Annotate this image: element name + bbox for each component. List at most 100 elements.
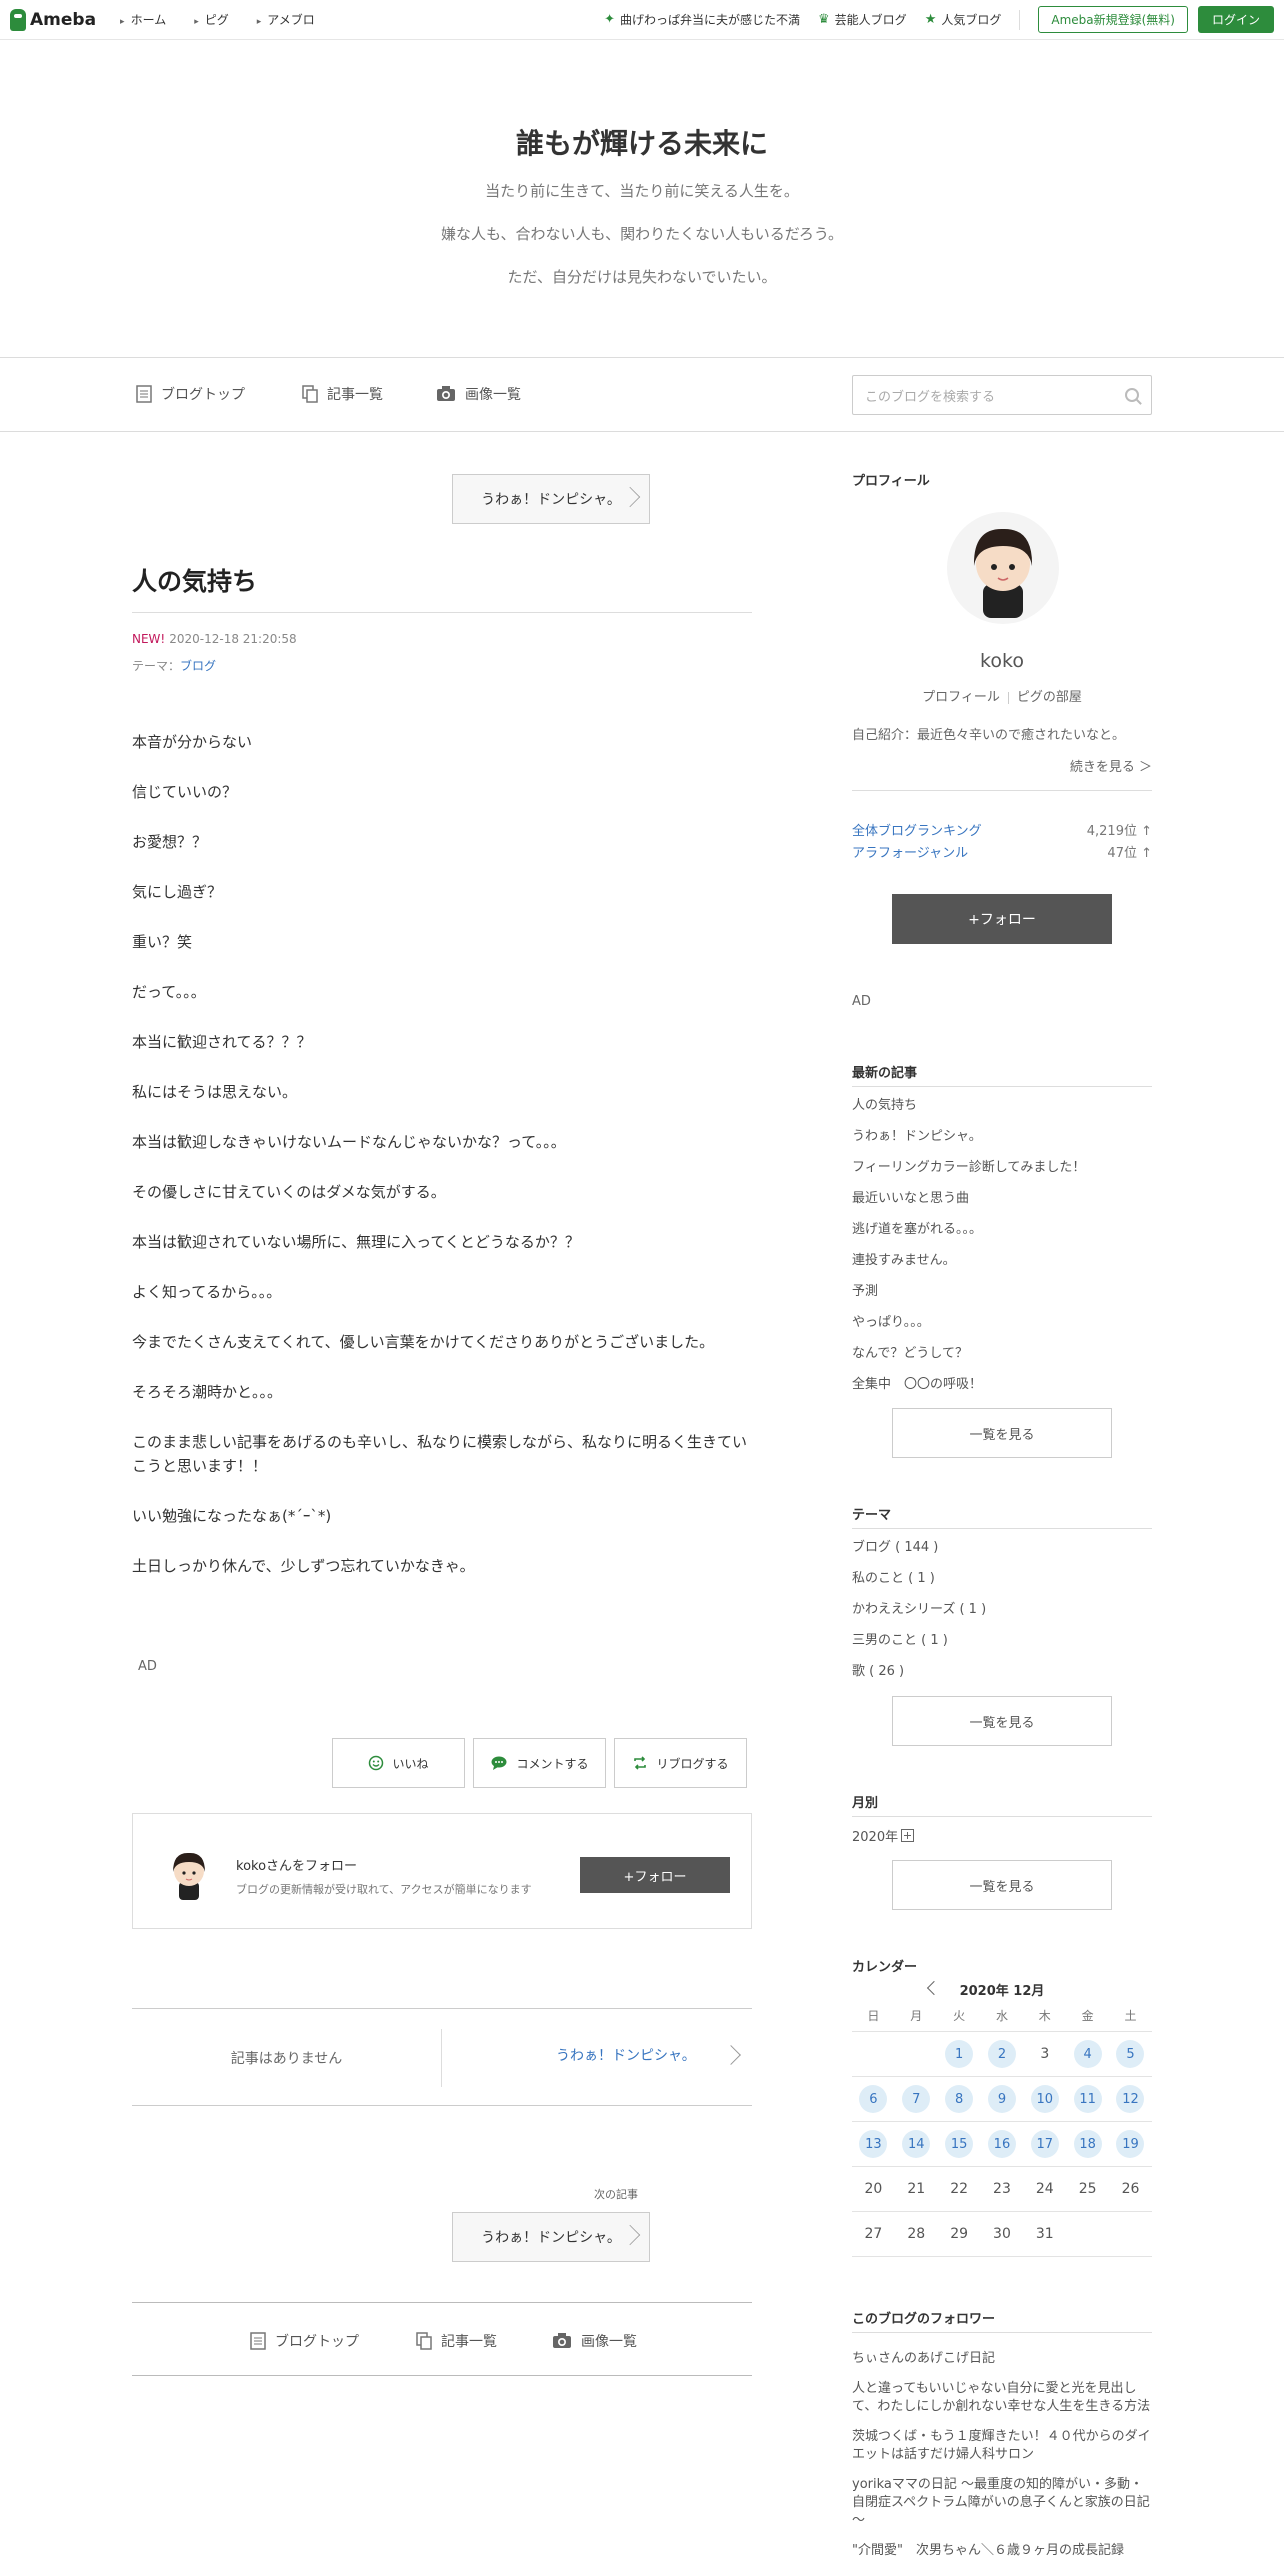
next-article-link[interactable]: うわぁ！ドンピシャ。 <box>556 2045 696 2065</box>
calendar: 日 月 火 水 木 金 土 1 2 3 4 5 6 7 8 9 10 11 12… <box>852 2000 1152 2257</box>
calendar-day-link[interactable]: 15 <box>945 2130 974 2158</box>
global-nav-pigg[interactable]: ピグ <box>194 11 229 28</box>
calendar-day-link[interactable]: 6 <box>859 2085 888 2113</box>
ranking-overall-link[interactable]: 全体ブログランキング <box>852 820 982 839</box>
theme-label: テーマ： <box>132 659 181 673</box>
follower-item[interactable]: "介間愛" 次男ちゃん＼６歳９ヶ月の成長記録 <box>852 2534 1152 2564</box>
register-button[interactable]: Ameba新規登録(無料) <box>1038 6 1188 33</box>
article-title[interactable]: 人の気持ち <box>132 562 257 598</box>
calendar-day: 3 <box>1040 2046 1050 2062</box>
trending-link[interactable]: ✦ 曲げわっぱ弁当に夫が感じた不満 <box>604 11 800 28</box>
blog-title[interactable]: 誰もが輝ける未来に <box>0 122 1284 162</box>
next-article-button[interactable]: うわぁ！ドンピシャ。 <box>452 2212 650 2262</box>
image-list-link[interactable]: 画像一覧 <box>552 2331 637 2351</box>
calendar-day-link[interactable]: 12 <box>1116 2085 1145 2113</box>
month-archive-item[interactable]: 2020年 <box>852 1826 915 1845</box>
latest-article-item[interactable]: うわぁ！ドンピシャ。 <box>852 1127 1152 1158</box>
ameba-logo[interactable]: Ameba <box>10 8 96 31</box>
calendar-day-link[interactable]: 4 <box>1073 2040 1102 2068</box>
reblog-button[interactable]: リブログする <box>614 1738 747 1788</box>
latest-article-item[interactable]: フィーリングカラー診断してみました！ <box>852 1158 1152 1189</box>
follower-item[interactable]: 人と違ってもいいじゃない自分に愛と光を見出して、わたしにしか創れない幸せな人生を… <box>852 2372 1152 2420</box>
ranking-genre-link[interactable]: アラフォージャンル <box>852 842 968 861</box>
image-list-link[interactable]: 画像一覧 <box>436 384 521 404</box>
article-body: 本音が分からない 信じていいの？ お愛想？？ 気にし過ぎ？ 重い？笑 だって。。… <box>132 730 752 1604</box>
profile-name[interactable]: koko <box>852 650 1152 672</box>
article-paragraph: よく知ってるから。。。 <box>132 1283 282 1301</box>
monthly-see-all-button[interactable]: 一覧を見る <box>892 1860 1112 1910</box>
blog-top-link[interactable]: ブログトップ <box>136 384 245 404</box>
latest-article-item[interactable]: なんで？どうして？ <box>852 1344 1152 1375</box>
profile-more-link[interactable]: 続きを見る ＞ <box>1070 756 1152 775</box>
comment-button[interactable]: コメントする <box>473 1738 606 1788</box>
calendar-day-link[interactable]: 7 <box>902 2085 931 2113</box>
divider <box>1019 9 1021 30</box>
article-list-link[interactable]: 記事一覧 <box>416 2331 497 2351</box>
calendar-day-link[interactable]: 10 <box>1030 2085 1059 2113</box>
article-paragraph: だって。。。 <box>132 983 206 1001</box>
calendar-day-link[interactable]: 17 <box>1030 2130 1059 2158</box>
blog-top-link[interactable]: ブログトップ <box>250 2331 359 2351</box>
calendar-day-link[interactable]: 11 <box>1073 2085 1102 2113</box>
chevron-right-icon[interactable] <box>721 2045 741 2065</box>
calendar-day-link[interactable]: 13 <box>859 2130 888 2158</box>
latest-article-item[interactable]: 逃げ道を塞がれる。。。 <box>852 1220 1152 1251</box>
blog-search-input[interactable]: このブログを検索する <box>852 375 1152 415</box>
like-button[interactable]: いいね <box>332 1738 465 1788</box>
smile-icon <box>369 1755 384 1771</box>
avatar[interactable] <box>159 1844 219 1904</box>
theme-item[interactable]: 歌 ( 26 ) <box>852 1662 1152 1693</box>
theme-item[interactable]: ブログ ( 144 ) <box>852 1538 1152 1569</box>
trending-link-label: 曲げわっぱ弁当に夫が感じた不満 <box>620 13 801 27</box>
global-header: Ameba ホーム ピグ アメブロ ✦ 曲げわっぱ弁当に夫が感じた不満 ♛ 芸能人ブ… <box>0 0 1284 40</box>
latest-article-item[interactable]: 予測 <box>852 1282 1152 1313</box>
calendar-day: 29 <box>950 2226 969 2242</box>
search-icon[interactable] <box>1125 388 1139 402</box>
pig-room-link[interactable]: ピグの部屋 <box>1017 690 1082 705</box>
sidebar-follow-button[interactable]: +フォロー <box>892 894 1112 944</box>
calendar-day: 9 <box>981 2077 1024 2121</box>
theme-item[interactable]: 三男のこと ( 1 ) <box>852 1631 1152 1662</box>
calendar-day-link[interactable]: 1 <box>945 2040 974 2068</box>
article-list-label: 記事一覧 <box>327 387 383 403</box>
theme-item[interactable]: 私のこと ( 1 ) <box>852 1569 1152 1600</box>
latest-article-item[interactable]: やっぱり。。。 <box>852 1313 1152 1344</box>
latest-see-all-button[interactable]: 一覧を見る <box>892 1408 1112 1458</box>
calendar-week-row: 1 2 3 4 5 <box>852 2032 1152 2077</box>
prev-article-button[interactable]: うわぁ！ドンピシャ。 <box>452 474 650 524</box>
calendar-day-link[interactable]: 18 <box>1073 2130 1102 2158</box>
global-header-right: ✦ 曲げわっぱ弁当に夫が感じた不満 ♛ 芸能人ブログ ★ 人気ブログ Ameba新規登… <box>604 6 1274 33</box>
login-button[interactable]: ログイン <box>1197 6 1274 33</box>
popular-blog-link[interactable]: ★ 人気ブログ <box>925 11 1002 28</box>
blog-description-line: 当たり前に生きて、当たり前に笑える人生を。 <box>485 182 799 200</box>
follower-item[interactable]: ちぃさんのあげこげ日記 <box>852 2342 1152 2372</box>
latest-article-item[interactable]: 全集中 〇〇の呼吸！ <box>852 1375 1152 1406</box>
calendar-day-link[interactable]: 2 <box>987 2040 1016 2068</box>
follower-item[interactable]: 茨城つくば・もう１度輝きたい！４０代からのダイエットは話すだけ婦人科サロン <box>852 2420 1152 2468</box>
calendar-day-link[interactable]: 5 <box>1116 2040 1145 2068</box>
calendar-day-link[interactable]: 8 <box>945 2085 974 2113</box>
calendar-day-link[interactable]: 14 <box>902 2130 931 2158</box>
follow-button[interactable]: +フォロー <box>580 1857 730 1893</box>
latest-article-item[interactable]: 人の気持ち <box>852 1096 1152 1127</box>
latest-article-item[interactable]: 最近いいなと思う曲 <box>852 1189 1152 1220</box>
profile-avatar[interactable] <box>947 512 1059 624</box>
global-nav-ameblo[interactable]: アメブロ <box>257 11 314 28</box>
calendar-day-link[interactable]: 9 <box>987 2085 1016 2113</box>
theme-link[interactable]: ブログ <box>180 659 216 673</box>
calendar-day-link[interactable]: 16 <box>987 2130 1016 2158</box>
expand-icon[interactable] <box>901 1829 915 1842</box>
article-list-link[interactable]: 記事一覧 <box>302 384 383 404</box>
theme-item[interactable]: かわええシリーズ ( 1 ) <box>852 1600 1152 1631</box>
weekday-cell: 月 <box>910 2009 923 2023</box>
global-nav-home[interactable]: ホーム <box>120 11 167 28</box>
follower-item[interactable]: yorikaママの日記 ～最重度の知的障がい・多動・自閉症スペクトラム障がいの息… <box>852 2468 1152 2534</box>
celebrity-blog-link[interactable]: ♛ 芸能人ブログ <box>818 11 907 28</box>
article-paragraph: 土日しっかり休んで、少しずつ忘れていかなきゃ。 <box>132 1557 475 1575</box>
theme-see-all-button[interactable]: 一覧を見る <box>892 1696 1112 1746</box>
latest-article-item[interactable]: 連投すみません。 <box>852 1251 1152 1282</box>
article-paragraph: お愛想？？ <box>132 833 208 851</box>
weekday-cell: 火 <box>953 2009 966 2023</box>
profile-link[interactable]: プロフィール <box>922 690 1000 705</box>
calendar-day-link[interactable]: 19 <box>1116 2130 1145 2158</box>
